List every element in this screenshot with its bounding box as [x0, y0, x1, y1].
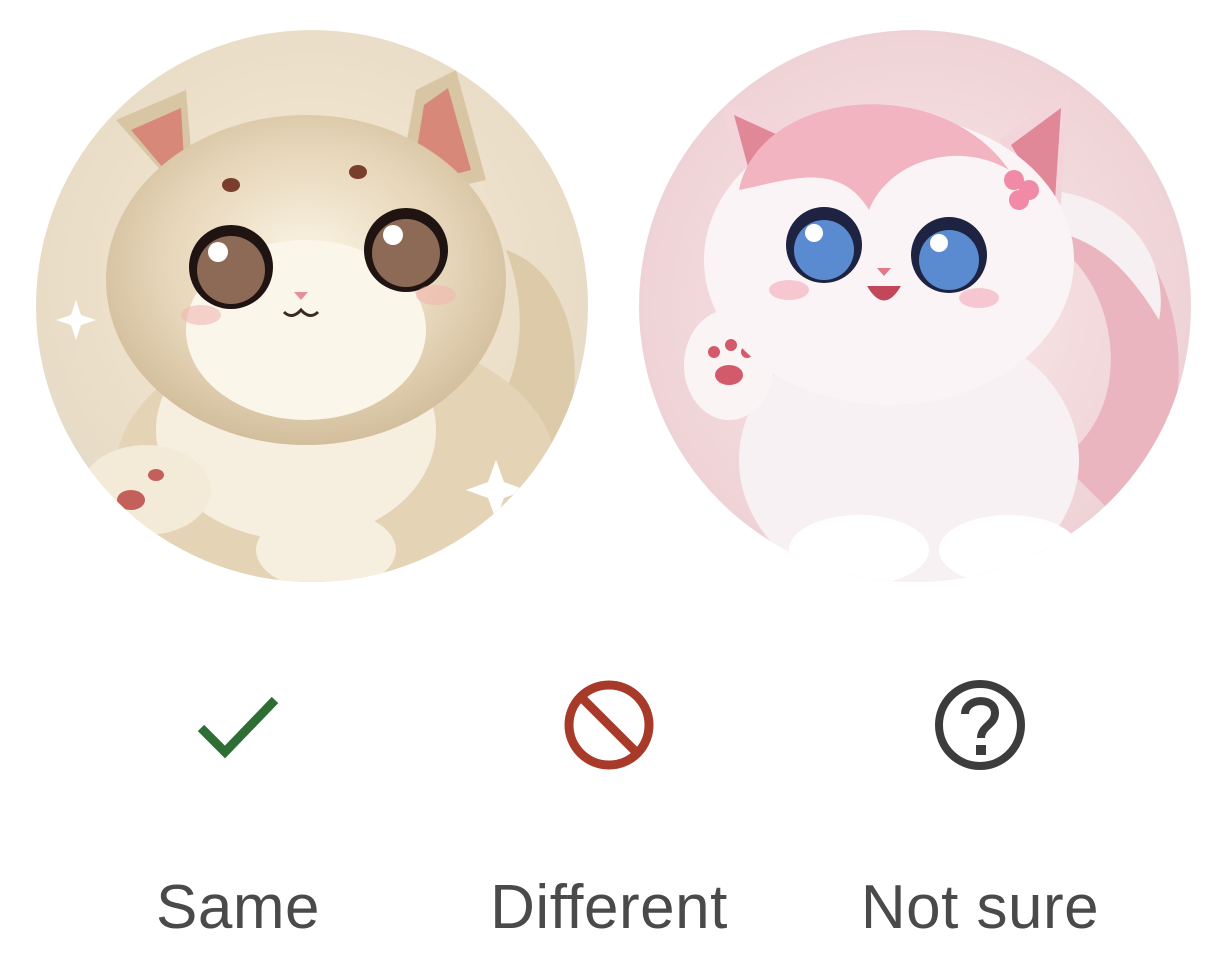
left-kitten-image [36, 30, 588, 582]
prohibited-icon [554, 670, 664, 780]
not-sure-button[interactable]: Not sure [850, 660, 1110, 960]
question-circle-icon [925, 670, 1035, 780]
same-button[interactable]: Same [108, 660, 368, 960]
not-sure-label: Not sure [860, 873, 1100, 942]
different-label: Different [490, 873, 728, 942]
same-label: Same [156, 873, 320, 942]
comparison-screen: Same Different Not sure [0, 0, 1219, 973]
right-kitten-image [639, 30, 1191, 582]
different-button[interactable]: Different [479, 660, 739, 960]
check-icon [183, 670, 293, 780]
